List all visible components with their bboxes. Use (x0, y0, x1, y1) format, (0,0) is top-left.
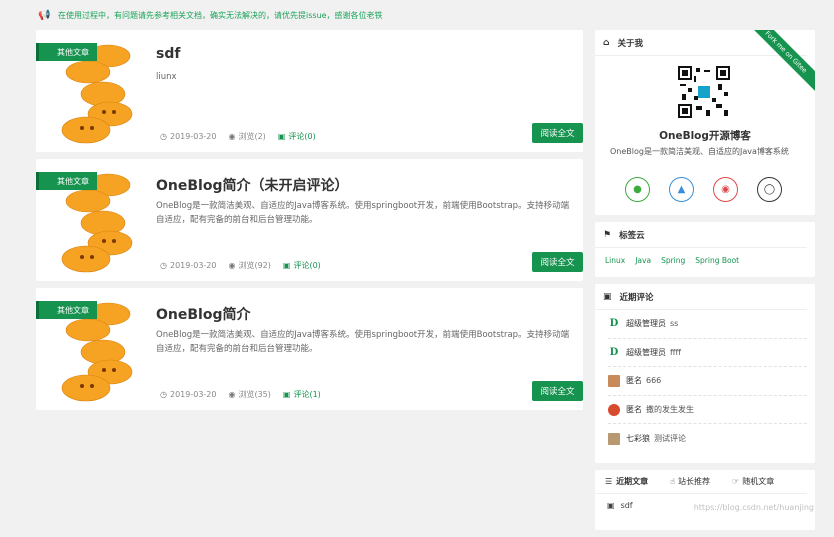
avatar (608, 404, 620, 416)
comment-text: 测试评论 (654, 433, 686, 444)
clock-icon: ◷ (160, 390, 167, 399)
list-icon: ☰ (605, 477, 612, 486)
eye-icon: ◉ (228, 261, 235, 270)
post-title[interactable]: OneBlog简介 (156, 304, 250, 324)
post-title[interactable]: sdf (156, 46, 180, 62)
comment-item[interactable]: 七彩狼 测试评论 (608, 424, 807, 453)
recent-comments-header: ▣ 近期评论 (595, 284, 807, 310)
comment-text: 666 (646, 376, 661, 385)
category-tag[interactable]: 其他文章 (36, 172, 97, 190)
tab-random-label: 随机文章 (742, 476, 774, 487)
post-views: 浏览(92) (238, 260, 270, 271)
comment-text: ffff (670, 348, 681, 357)
post-summary: OneBlog是一款简洁美观、自适应的Java博客系统。使用springboot… (156, 328, 571, 356)
post-date: 2019-03-20 (170, 390, 217, 399)
category-tag[interactable]: 其他文章 (36, 301, 97, 319)
eye-icon: ◉ (228, 390, 235, 399)
post-comments[interactable]: 评论(0) (293, 260, 320, 271)
tag-cloud-header: ⚑ 标签云 (595, 222, 807, 248)
github-icon[interactable]: ◯ (757, 177, 782, 202)
post-summary: liunx (156, 70, 571, 84)
tab-recommended[interactable]: ☝站长推荐 (670, 476, 710, 487)
avatar: D (608, 318, 620, 330)
about-title: 关于我 (617, 37, 643, 49)
post-title[interactable]: OneBlog简介（未开启评论） (156, 175, 348, 195)
social-links: ● ▲ ◉ ◯ (625, 177, 801, 202)
comment-text: ss (670, 319, 678, 328)
post-comments[interactable]: 评论(0) (288, 131, 315, 142)
hand-icon: ☞ (732, 477, 739, 486)
avatar: D (608, 346, 620, 358)
tags-icon: ⚑ (603, 230, 611, 240)
comment-author: 匿名 (626, 375, 642, 386)
comment-text: 撒的发生发生 (646, 404, 694, 415)
post-meta: ◷2019-03-20 ◉浏览(35) ▣评论(1) (160, 389, 333, 400)
recent-post-title: sdf (621, 501, 633, 510)
post-card: 其他文章 sdf liunx ◷2019-03-20 ◉浏览(2) ▣评论(0)… (36, 30, 583, 152)
post-views: 浏览(35) (238, 389, 270, 400)
tag-link[interactable]: Spring Boot (695, 256, 739, 265)
comments-icon: ▣ (283, 261, 291, 270)
recent-comments-panel: ▣ 近期评论 D 超级管理员 ss D 超级管理员 ffff 匿名 666 匿名 … (595, 284, 815, 463)
comment-author: 七彩狼 (626, 433, 650, 444)
clock-icon: ◷ (160, 261, 167, 270)
comments-icon: ▣ (278, 132, 286, 141)
tag-link[interactable]: Linux (605, 256, 625, 265)
post-date: 2019-03-20 (170, 132, 217, 141)
read-more-button[interactable]: 阅读全文 (532, 123, 583, 143)
weibo-icon[interactable]: ◉ (713, 177, 738, 202)
clock-icon: ◷ (160, 132, 167, 141)
comment-author: 超级管理员 (626, 347, 666, 358)
tab-recent[interactable]: ☰ 近期文章 (605, 476, 648, 487)
bullhorn-icon: 📢 (38, 10, 50, 21)
post-meta: ◷2019-03-20 ◉浏览(92) ▣评论(0) (160, 260, 333, 271)
qr-code (678, 66, 730, 118)
post-views: 浏览(2) (238, 131, 265, 142)
category-tag[interactable]: 其他文章 (36, 43, 97, 61)
comment-item[interactable]: 匿名 666 (608, 367, 807, 396)
read-more-button[interactable]: 阅读全文 (532, 252, 583, 272)
read-more-button[interactable]: 阅读全文 (532, 381, 583, 401)
home-icon: ⌂ (603, 38, 609, 48)
qq-icon[interactable]: ▲ (669, 177, 694, 202)
comment-author: 超级管理员 (626, 318, 666, 329)
avatar (608, 433, 620, 445)
post-summary: OneBlog是一款简洁美观、自适应的Java博客系统。使用springboot… (156, 199, 571, 227)
thumbs-up-icon: ☝ (670, 477, 675, 486)
post-comments[interactable]: 评论(1) (293, 389, 320, 400)
tag-list: Linux Java Spring Spring Boot (595, 248, 815, 273)
site-intro: OneBlog是一款简洁美观、自适应的Java博客系统 (610, 144, 805, 159)
post-meta: ◷2019-03-20 ◉浏览(2) ▣评论(0) (160, 131, 328, 142)
wechat-icon[interactable]: ● (625, 177, 650, 202)
tag-cloud-panel: ⚑ 标签云 Linux Java Spring Spring Boot (595, 222, 815, 277)
post-date: 2019-03-20 (170, 261, 217, 270)
sidebar: ⌂关于我 Fork me on Gitee OneBlog开源博客 OneBlo… (595, 30, 815, 537)
book-icon: ▣ (607, 501, 615, 510)
recent-tabs: ☰ 近期文章 ☝站长推荐 ☞随机文章 (595, 470, 807, 494)
comments-icon: ▣ (283, 390, 291, 399)
comment-item[interactable]: D 超级管理员 ffff (608, 339, 807, 368)
notice-text: 在使用过程中，有问题请先参考相关文档，确实无法解决的，请优先提issue，感谢各… (58, 10, 383, 21)
tag-link[interactable]: Spring (661, 256, 685, 265)
comments-icon: ▣ (603, 292, 612, 302)
tab-recent-label: 近期文章 (616, 476, 648, 487)
recent-posts-panel: ☰ 近期文章 ☝站长推荐 ☞随机文章 ▣ sdf (595, 470, 815, 530)
notice-bar: 📢 在使用过程中，有问题请先参考相关文档，确实无法解决的，请优先提issue，感… (0, 0, 834, 30)
tag-link[interactable]: Java (635, 256, 651, 265)
comment-item[interactable]: D 超级管理员 ss (608, 310, 807, 339)
eye-icon: ◉ (228, 132, 235, 141)
avatar (608, 375, 620, 387)
about-panel: ⌂关于我 Fork me on Gitee OneBlog开源博客 OneBlo… (595, 30, 815, 215)
tag-cloud-title: 标签云 (619, 229, 645, 241)
tab-random[interactable]: ☞随机文章 (732, 476, 774, 487)
comment-author: 匿名 (626, 404, 642, 415)
post-card: 其他文章 OneBlog简介 OneBlog是一款简洁美观、自适应的Java博客… (36, 288, 583, 410)
site-name: OneBlog开源博客 (595, 128, 815, 143)
post-list: 其他文章 sdf liunx ◷2019-03-20 ◉浏览(2) ▣评论(0)… (36, 30, 583, 417)
tab-recommended-label: 站长推荐 (678, 476, 710, 487)
recent-comments-title: 近期评论 (620, 291, 654, 303)
comment-item[interactable]: 匿名 撒的发生发生 (608, 396, 807, 425)
watermark: https://blog.csdn.net/huanjing (694, 503, 814, 512)
post-card: 其他文章 OneBlog简介（未开启评论） OneBlog是一款简洁美观、自适应… (36, 159, 583, 281)
